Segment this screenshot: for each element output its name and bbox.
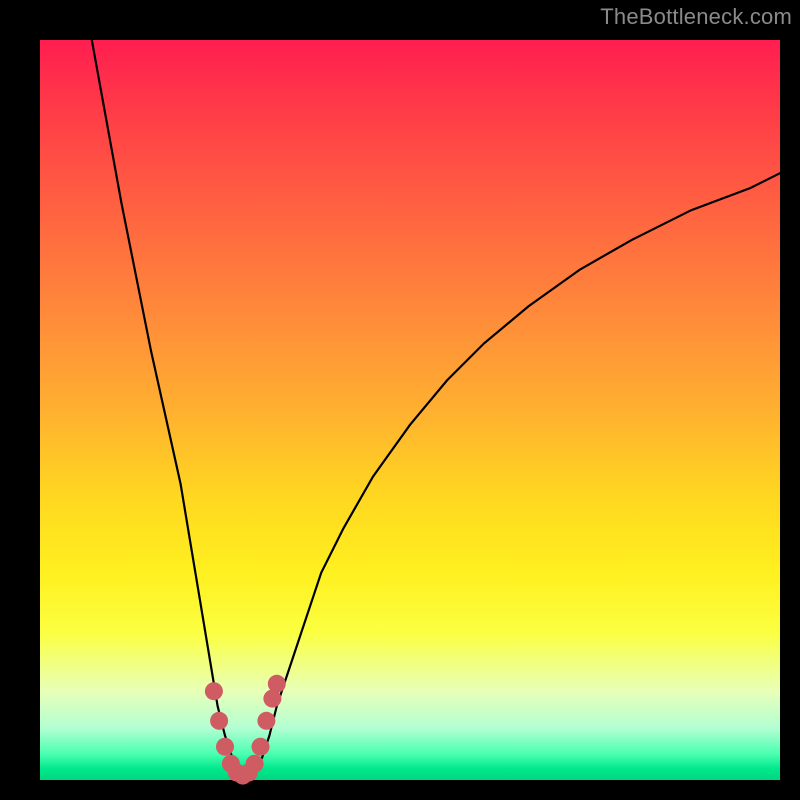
highlight-zone — [205, 675, 286, 785]
highlight-dot — [252, 738, 270, 756]
highlight-dot — [257, 712, 275, 730]
chart-frame: TheBottleneck.com — [0, 0, 800, 800]
highlight-dot — [216, 738, 234, 756]
chart-plot-area — [40, 40, 780, 780]
chart-svg — [40, 40, 780, 780]
highlight-dot — [246, 755, 264, 773]
highlight-dot — [205, 682, 223, 700]
bottleneck-curve — [92, 40, 780, 776]
highlight-dot — [210, 712, 228, 730]
watermark-text: TheBottleneck.com — [600, 4, 792, 30]
highlight-dot — [268, 675, 286, 693]
